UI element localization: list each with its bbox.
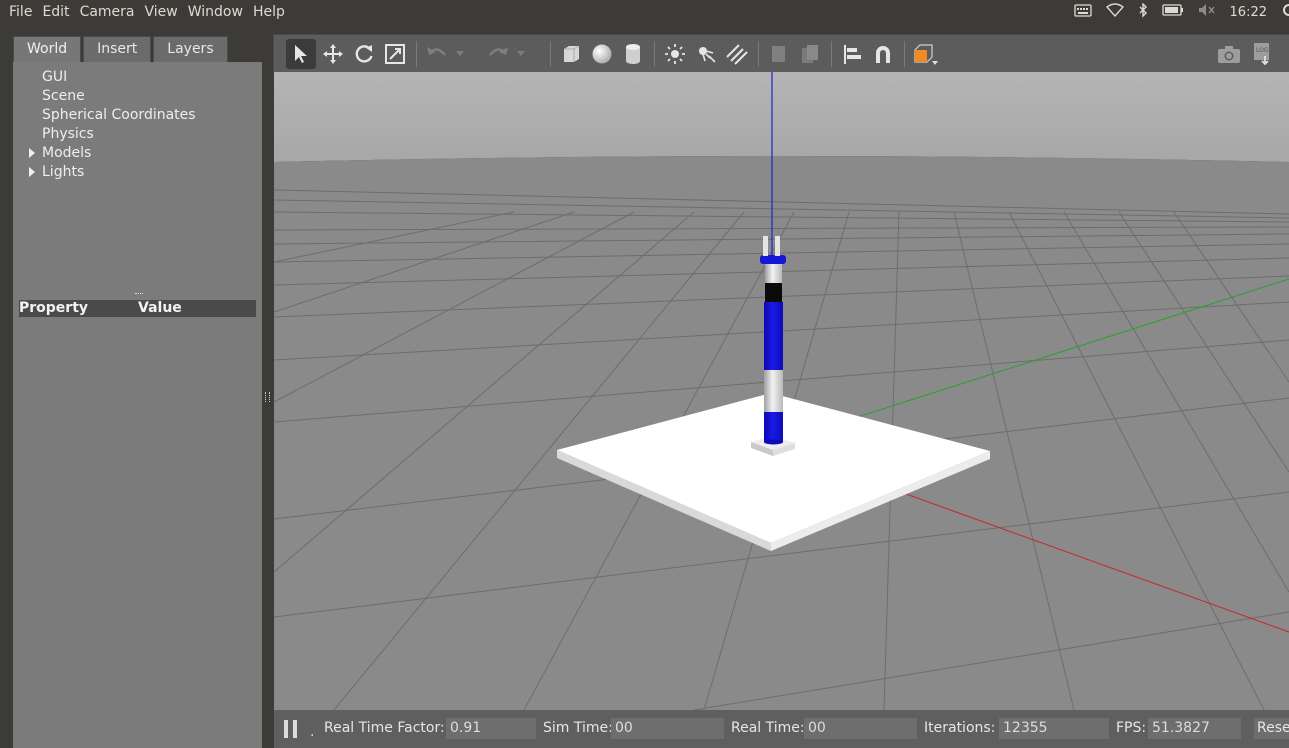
screenshot-camera-icon[interactable] [1214, 39, 1244, 69]
clock[interactable]: 16:22 [1230, 5, 1267, 20]
column-property[interactable]: Property [19, 300, 88, 317]
box-shape-icon[interactable] [556, 39, 586, 69]
toolbar-separator [416, 41, 417, 67]
toolbar-separator [758, 41, 759, 67]
top-menubar: File Edit Camera View Window Help 16:22 [0, 0, 1289, 24]
undo-dropdown-icon[interactable] [452, 39, 468, 69]
tree-item-scene[interactable]: Scene [42, 88, 85, 104]
settings-gear-icon[interactable] [1281, 3, 1289, 21]
column-value[interactable]: Value [138, 300, 182, 317]
left-edge-strip [0, 24, 13, 748]
reset-button[interactable]: Reset [1254, 718, 1289, 739]
left-panel-tabs: World Insert Layers [13, 36, 230, 62]
splitter-handle[interactable] [135, 293, 143, 297]
panel-divider[interactable] [262, 62, 272, 748]
step-button[interactable]: . [310, 724, 314, 740]
divider-grip-icon[interactable] [265, 392, 270, 402]
toolbar-separator [904, 41, 905, 67]
select-mode-icon[interactable] [286, 39, 316, 69]
wifi-icon[interactable] [1105, 3, 1124, 21]
directional-light-icon[interactable] [722, 39, 752, 69]
fps-label: FPS: [1116, 720, 1147, 736]
real-time-factor-value: 0.91 [446, 718, 536, 739]
copy-icon[interactable] [764, 39, 794, 69]
iterations-label: Iterations: [924, 720, 996, 736]
property-table-header: Property Value [19, 300, 256, 317]
paste-icon[interactable] [795, 39, 825, 69]
expand-arrow-icon[interactable] [29, 167, 35, 177]
keyboard-icon[interactable] [1073, 3, 1092, 21]
battery-icon[interactable] [1161, 4, 1184, 20]
align-icon[interactable] [837, 39, 867, 69]
sim-time-value: 00 00:00:12.355 [611, 718, 724, 739]
iterations-value: 12355 [999, 718, 1109, 739]
sphere-shape-icon[interactable] [587, 39, 617, 69]
sim-time-label: Sim Time: [543, 720, 613, 736]
snap-magnet-icon[interactable] [868, 39, 898, 69]
scale-mode-icon[interactable] [380, 39, 410, 69]
view-angle-cube-icon[interactable] [910, 39, 940, 69]
rotate-mode-icon[interactable] [349, 39, 379, 69]
sky [274, 72, 1289, 162]
cylinder-shape-icon[interactable] [618, 39, 648, 69]
tree-item-models[interactable]: Models [42, 145, 91, 161]
redo-icon[interactable] [483, 39, 513, 69]
svg-text:LOG: LOG [1256, 47, 1269, 54]
spot-light-icon[interactable] [691, 39, 721, 69]
real-time-factor-label: Real Time Factor: [324, 720, 445, 736]
fps-value: 51.3827 [1148, 718, 1241, 739]
real-time-value: 00 00:00:13.679 [804, 718, 917, 739]
toolbar-separator [654, 41, 655, 67]
tree-item-physics[interactable]: Physics [42, 126, 94, 142]
tree-item-lights[interactable]: Lights [42, 164, 84, 180]
scene-viewport[interactable] [273, 72, 1289, 711]
menu-view[interactable]: View [141, 0, 182, 24]
translate-mode-icon[interactable] [318, 39, 348, 69]
volume-muted-icon[interactable] [1198, 3, 1216, 21]
menu-window[interactable]: Window [184, 0, 247, 24]
tree-item-spherical-coordinates[interactable]: Spherical Coordinates [42, 107, 196, 123]
world-tree: GUI Scene Spherical Coordinates Physics … [13, 62, 262, 748]
bluetooth-icon[interactable] [1138, 1, 1148, 22]
undo-icon[interactable] [422, 39, 452, 69]
toolbar-separator [550, 41, 551, 67]
pause-icon[interactable] [284, 720, 298, 738]
tree-item-gui[interactable]: GUI [42, 69, 67, 85]
menu-help[interactable]: Help [249, 0, 289, 24]
tab-insert[interactable]: Insert [83, 36, 152, 62]
tab-layers[interactable]: Layers [153, 36, 228, 62]
status-bar: . Real Time Factor: 0.91 Sim Time: 00 00… [274, 710, 1289, 748]
system-tray: 16:22 [1073, 0, 1289, 24]
menu-edit[interactable]: Edit [38, 0, 73, 24]
log-record-icon[interactable]: LOG [1247, 39, 1277, 69]
toolbar-separator [831, 41, 832, 67]
point-light-icon[interactable] [660, 39, 690, 69]
tab-world[interactable]: World [13, 36, 82, 62]
expand-arrow-icon[interactable] [29, 148, 35, 158]
menu-file[interactable]: File [5, 0, 36, 24]
toolbar: LOG [273, 34, 1289, 73]
menu-list: File Edit Camera View Window Help [5, 0, 291, 24]
redo-dropdown-icon[interactable] [513, 39, 529, 69]
scene-render[interactable] [273, 72, 1289, 711]
real-time-label: Real Time: [731, 720, 805, 736]
menu-camera[interactable]: Camera [76, 0, 139, 24]
